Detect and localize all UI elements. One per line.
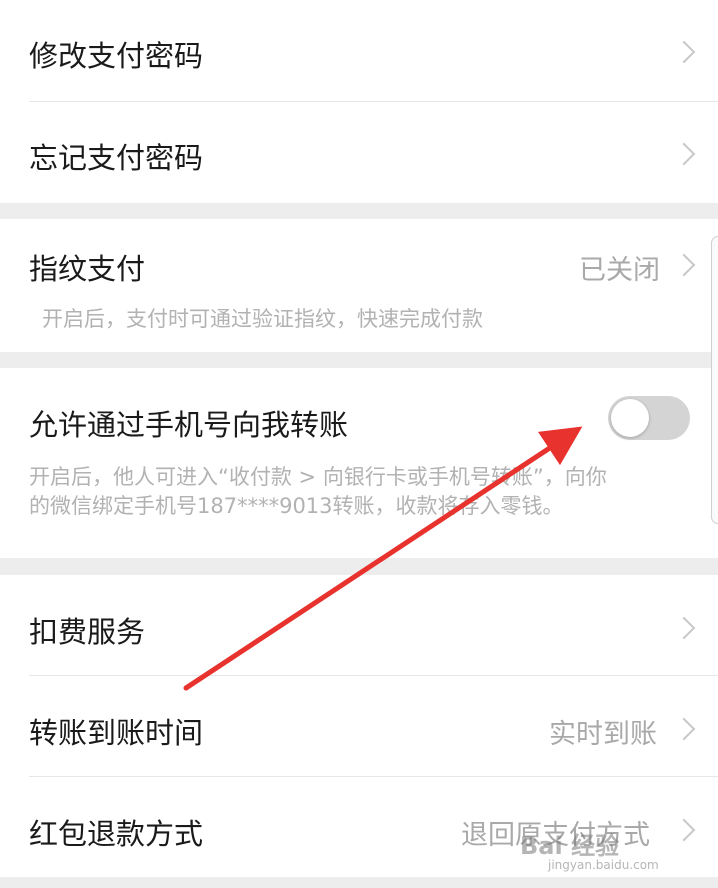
watermark-logo: Bai 经验 bbox=[520, 832, 620, 860]
arrow-line bbox=[183, 426, 583, 691]
watermark-url: jingyan.baidu.com bbox=[548, 858, 659, 872]
annotation-arrow bbox=[183, 426, 583, 691]
